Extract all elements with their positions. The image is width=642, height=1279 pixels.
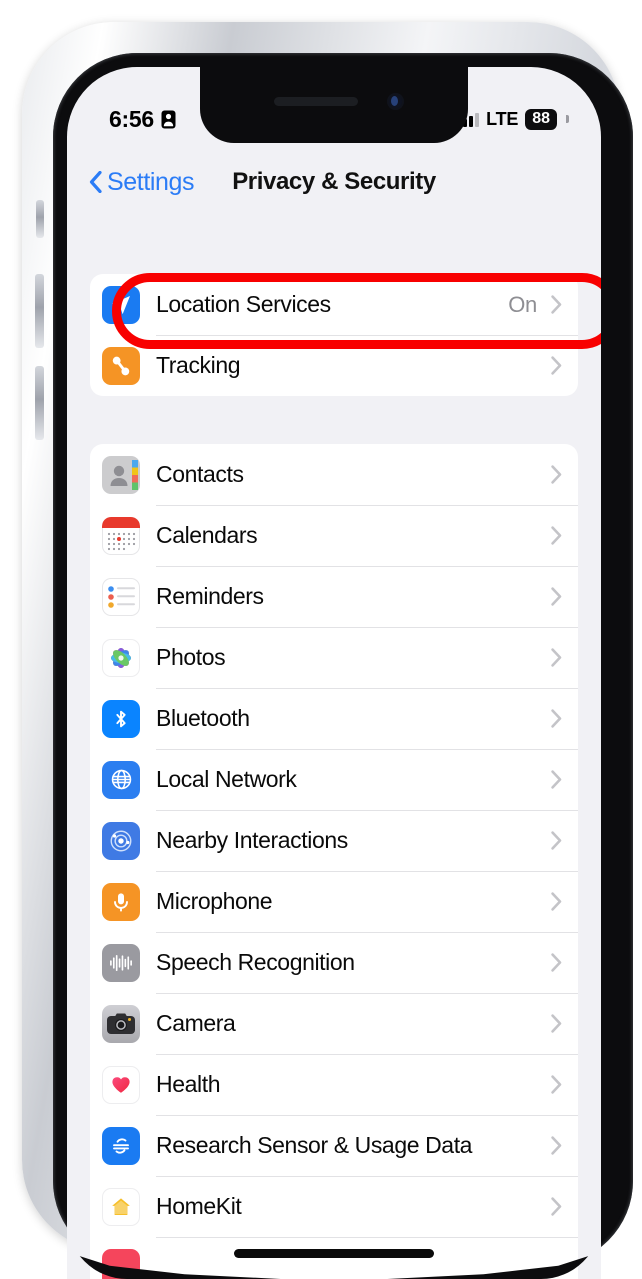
homekit-house-icon [102,1188,140,1226]
row-camera[interactable]: Camera [90,993,578,1054]
notch [200,67,468,143]
chevron-right-icon [551,770,562,789]
chevron-right-icon [551,295,562,314]
network-type-label: LTE [486,109,518,130]
silent-switch[interactable] [36,200,44,238]
row-microphone[interactable]: Microphone [90,871,578,932]
waveform-icon [102,944,140,982]
photos-pinwheel-icon [102,639,140,677]
chevron-right-icon [551,1197,562,1216]
tracking-nodes-icon [102,347,140,385]
status-clock: 6:56 [109,106,154,133]
row-label: HomeKit [156,1193,551,1220]
row-research-sensor-usage-data[interactable]: Research Sensor & Usage Data [90,1115,578,1176]
volume-up-button[interactable] [35,274,44,348]
chevron-right-icon [551,648,562,667]
chevron-left-icon [89,171,102,193]
heart-icon [102,1066,140,1104]
bluetooth-icon [102,700,140,738]
chevron-right-icon [551,1014,562,1033]
home-indicator[interactable] [234,1249,434,1258]
back-label: Settings [107,168,194,197]
chevron-right-icon [551,831,562,850]
volume-down-button[interactable] [35,366,44,440]
back-button[interactable]: Settings [89,168,194,197]
contacts-person-icon [102,456,140,494]
row-label: Health [156,1071,551,1098]
microphone-icon [102,883,140,921]
row-label: Local Network [156,766,551,793]
camera-icon [102,1005,140,1043]
battery-tip-icon [566,115,569,123]
settings-scroll-content[interactable]: Location Services On Tracking [67,219,601,1279]
battery-percentage-badge: 88 [525,109,557,130]
row-bluetooth[interactable]: Bluetooth [90,688,578,749]
calendar-icon [102,517,140,555]
phone-frame: 6:56 LTE 88 Se [22,22,620,1252]
row-homekit[interactable]: HomeKit [90,1176,578,1237]
row-speech-recognition[interactable]: Speech Recognition [90,932,578,993]
chevron-right-icon [551,1075,562,1094]
chevron-right-icon [551,953,562,972]
row-nearby-interactions[interactable]: Nearby Interactions [90,810,578,871]
row-contacts[interactable]: Contacts [90,444,578,505]
privacy-top-section: Location Services On Tracking [90,274,578,396]
status-bar-right: LTE 88 [457,109,571,130]
chevron-right-icon [551,1136,562,1155]
reminders-list-icon [102,578,140,616]
row-label: Speech Recognition [156,949,551,976]
row-label: Location Services [156,291,508,318]
row-health[interactable]: Health [90,1054,578,1115]
row-tracking[interactable]: Tracking [90,335,578,396]
chevron-right-icon [551,465,562,484]
row-calendars[interactable]: Calendars [90,505,578,566]
chevron-right-icon [551,356,562,375]
chevron-right-icon [551,587,562,606]
row-photos[interactable]: Photos [90,627,578,688]
row-label: Contacts [156,461,551,488]
location-arrow-indicator-icon [161,110,176,129]
location-arrow-icon [102,286,140,324]
earpiece-speaker [274,97,358,106]
front-camera-icon [387,93,404,110]
chevron-right-icon [551,892,562,911]
privacy-app-permissions-section: Contacts [90,444,578,1279]
row-label: Camera [156,1010,551,1037]
location-services-status: On [508,292,537,318]
row-label: Calendars [156,522,551,549]
row-location-services[interactable]: Location Services On [90,274,578,335]
row-label: Reminders [156,583,551,610]
research-sensor-icon [102,1127,140,1165]
row-label: Microphone [156,888,551,915]
status-bar-left: 6:56 [109,106,176,133]
row-label: Nearby Interactions [156,827,551,854]
globe-icon [102,761,140,799]
row-label: Bluetooth [156,705,551,732]
row-reminders[interactable]: Reminders [90,566,578,627]
chevron-right-icon [551,709,562,728]
phone-screen: 6:56 LTE 88 Se [67,67,601,1279]
row-label: Research Sensor & Usage Data [156,1132,551,1159]
chevron-right-icon [551,526,562,545]
navigation-bar: Settings Privacy & Security [67,145,601,219]
row-local-network[interactable]: Local Network [90,749,578,810]
nearby-radar-icon [102,822,140,860]
row-label: Tracking [156,352,551,379]
row-label: Photos [156,644,551,671]
